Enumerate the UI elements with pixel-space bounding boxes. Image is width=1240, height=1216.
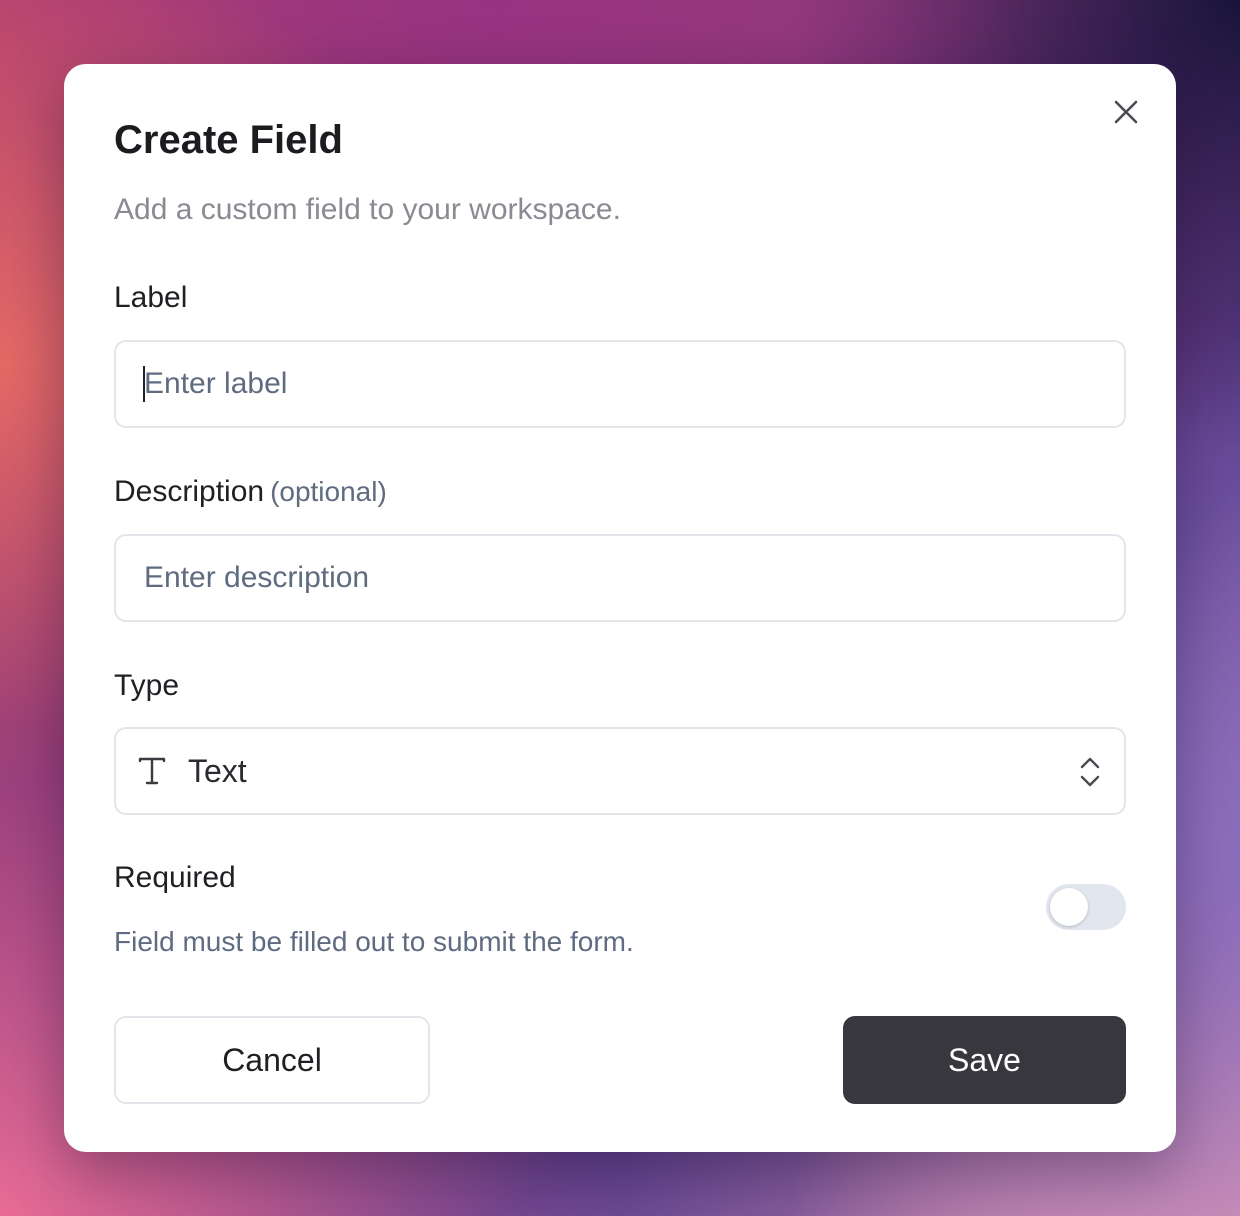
type-select-value: Text: [188, 753, 247, 789]
text-type-icon: [138, 757, 166, 785]
type-field-label: Type: [114, 668, 179, 704]
optional-hint: (optional): [270, 476, 387, 507]
required-toggle[interactable]: [1046, 884, 1126, 930]
dialog-title: Create Field: [114, 118, 343, 162]
dialog-subtitle: Add a custom field to your workspace.: [114, 193, 621, 226]
required-help-text: Field must be filled out to submit the f…: [114, 926, 634, 957]
description-input-wrapper: [114, 534, 1126, 622]
required-field-label: Required: [114, 860, 236, 896]
close-button[interactable]: [1110, 96, 1142, 128]
description-field-label-text: Description: [114, 475, 265, 508]
required-field-label-text: Required: [114, 861, 236, 894]
type-field-label-text: Type: [114, 669, 180, 702]
type-select[interactable]: Text: [114, 727, 1126, 815]
close-icon: [1114, 100, 1138, 124]
description-input[interactable]: [116, 536, 1124, 620]
chevron-up-down-icon: [1080, 757, 1100, 787]
toggle-knob: [1050, 888, 1088, 926]
text-caret: [143, 366, 145, 402]
label-input-wrapper: [114, 340, 1126, 428]
save-button[interactable]: Save: [843, 1016, 1126, 1104]
label-field-label-text: Label: [114, 281, 188, 314]
label-field-label: Label: [114, 280, 187, 316]
cancel-button[interactable]: Cancel: [114, 1016, 430, 1104]
label-input[interactable]: [116, 342, 1124, 426]
create-field-dialog: Create Field Add a custom field to your …: [64, 64, 1176, 1152]
description-field-label: Description (optional): [114, 474, 387, 510]
